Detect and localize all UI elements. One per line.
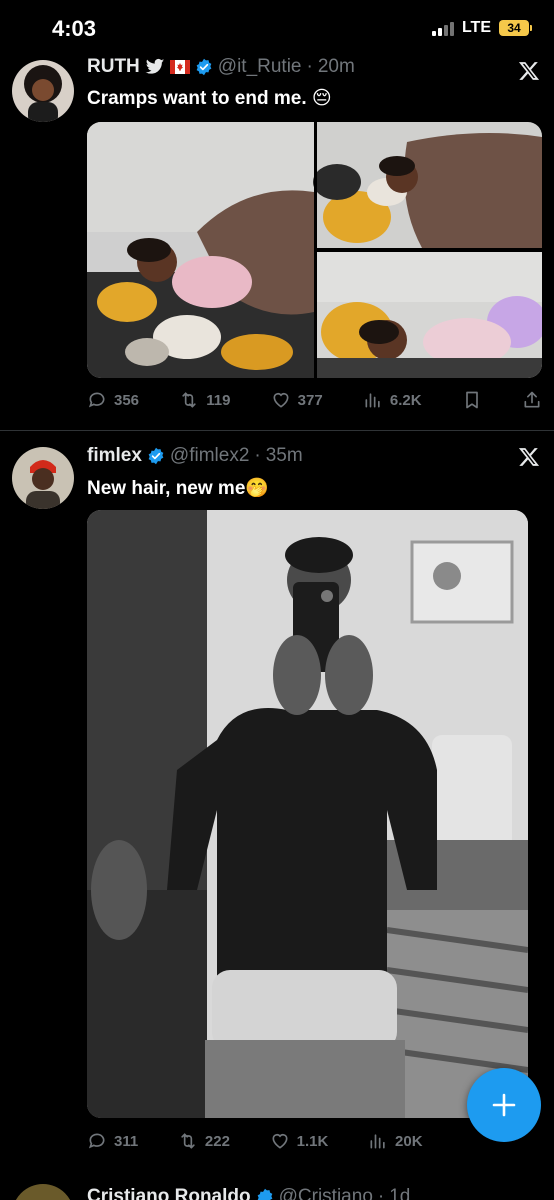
reply-icon	[88, 392, 105, 408]
heart-icon	[272, 1133, 288, 1149]
separator: ·	[254, 445, 261, 466]
share-icon[interactable]	[522, 390, 542, 410]
reply-count: 311	[114, 1132, 139, 1150]
author-handle[interactable]: @fimlex2	[170, 445, 249, 467]
heart-icon	[273, 392, 289, 408]
reply-button[interactable]: 311	[87, 1131, 138, 1151]
verified-icon	[196, 58, 212, 76]
like-count: 1.1K	[296, 1132, 329, 1150]
author-handle[interactable]: @Cristiano	[279, 1186, 373, 1200]
like-count: 377	[297, 391, 323, 409]
tweet-media[interactable]	[87, 510, 528, 1118]
retweet-button[interactable]: 119	[179, 390, 230, 410]
media-photo[interactable]	[313, 122, 542, 248]
tweet-text: Cramps want to end me. 😔	[87, 88, 332, 109]
avatar[interactable]	[12, 447, 74, 509]
x-logo-icon	[518, 448, 540, 466]
tweet-time[interactable]: 1d	[389, 1186, 410, 1200]
reply-button[interactable]: 356	[87, 390, 139, 410]
retweet-count: 222	[204, 1132, 230, 1150]
tweet-text: New hair, new me🤭	[87, 478, 270, 499]
tweet-media-grid[interactable]	[87, 122, 542, 378]
x-logo-icon	[518, 62, 540, 80]
avatar[interactable]	[12, 1184, 74, 1200]
author-name[interactable]: Cristiano Ronaldo	[87, 1186, 251, 1200]
view-count: 6.2K	[389, 391, 422, 409]
tweet-header: Cristiano Ronaldo @Cristiano · 1d	[87, 1186, 410, 1200]
retweet-count: 119	[206, 391, 231, 409]
author-name[interactable]: fimlex	[87, 445, 142, 467]
avatar[interactable]	[12, 60, 74, 122]
retweet-icon	[181, 1133, 195, 1149]
tweet[interactable]: Cristiano Ronaldo @Cristiano · 1d	[0, 1176, 554, 1200]
bird-icon	[145, 58, 164, 74]
reply-count: 356	[114, 391, 140, 409]
author-name[interactable]: RUTH	[87, 56, 140, 78]
like-button[interactable]: 1.1K	[270, 1131, 329, 1151]
like-button[interactable]: 377	[271, 390, 323, 410]
tweet-time[interactable]: 20m	[318, 56, 355, 78]
bookmark-icon[interactable]	[462, 390, 482, 410]
compose-button[interactable]	[467, 1068, 541, 1142]
views-button[interactable]: 20K	[368, 1131, 423, 1151]
tweet-actions: 356 119 377 6.2K	[87, 390, 542, 410]
tweet-time[interactable]: 35m	[266, 445, 303, 467]
media-photo[interactable]	[317, 252, 542, 378]
views-button[interactable]: 6.2K	[363, 390, 422, 410]
plus-icon	[492, 1093, 516, 1117]
tweet-header: fimlex @fimlex2 · 35m	[87, 445, 303, 467]
separator: ·	[377, 1186, 385, 1200]
separator: ·	[306, 56, 313, 77]
tweet[interactable]: RUTH @it_Rutie · 20m Cramps want to end me…	[0, 0, 554, 430]
canada-flag-icon	[169, 60, 190, 74]
views-icon	[365, 393, 380, 408]
author-handle[interactable]: @it_Rutie	[218, 56, 302, 78]
retweet-button[interactable]: 222	[178, 1131, 230, 1151]
tweet-header: RUTH @it_Rutie · 20m	[87, 56, 355, 78]
verified-icon	[257, 1188, 272, 1200]
verified-icon	[148, 447, 164, 465]
reply-icon	[88, 1133, 105, 1149]
media-photo[interactable]	[87, 510, 528, 1118]
tweet-actions: 311 222 1.1K 20K	[87, 1131, 542, 1151]
media-photo[interactable]	[87, 122, 314, 378]
view-count: 20K	[395, 1132, 423, 1150]
retweet-icon	[182, 392, 196, 408]
views-icon	[370, 1134, 385, 1149]
